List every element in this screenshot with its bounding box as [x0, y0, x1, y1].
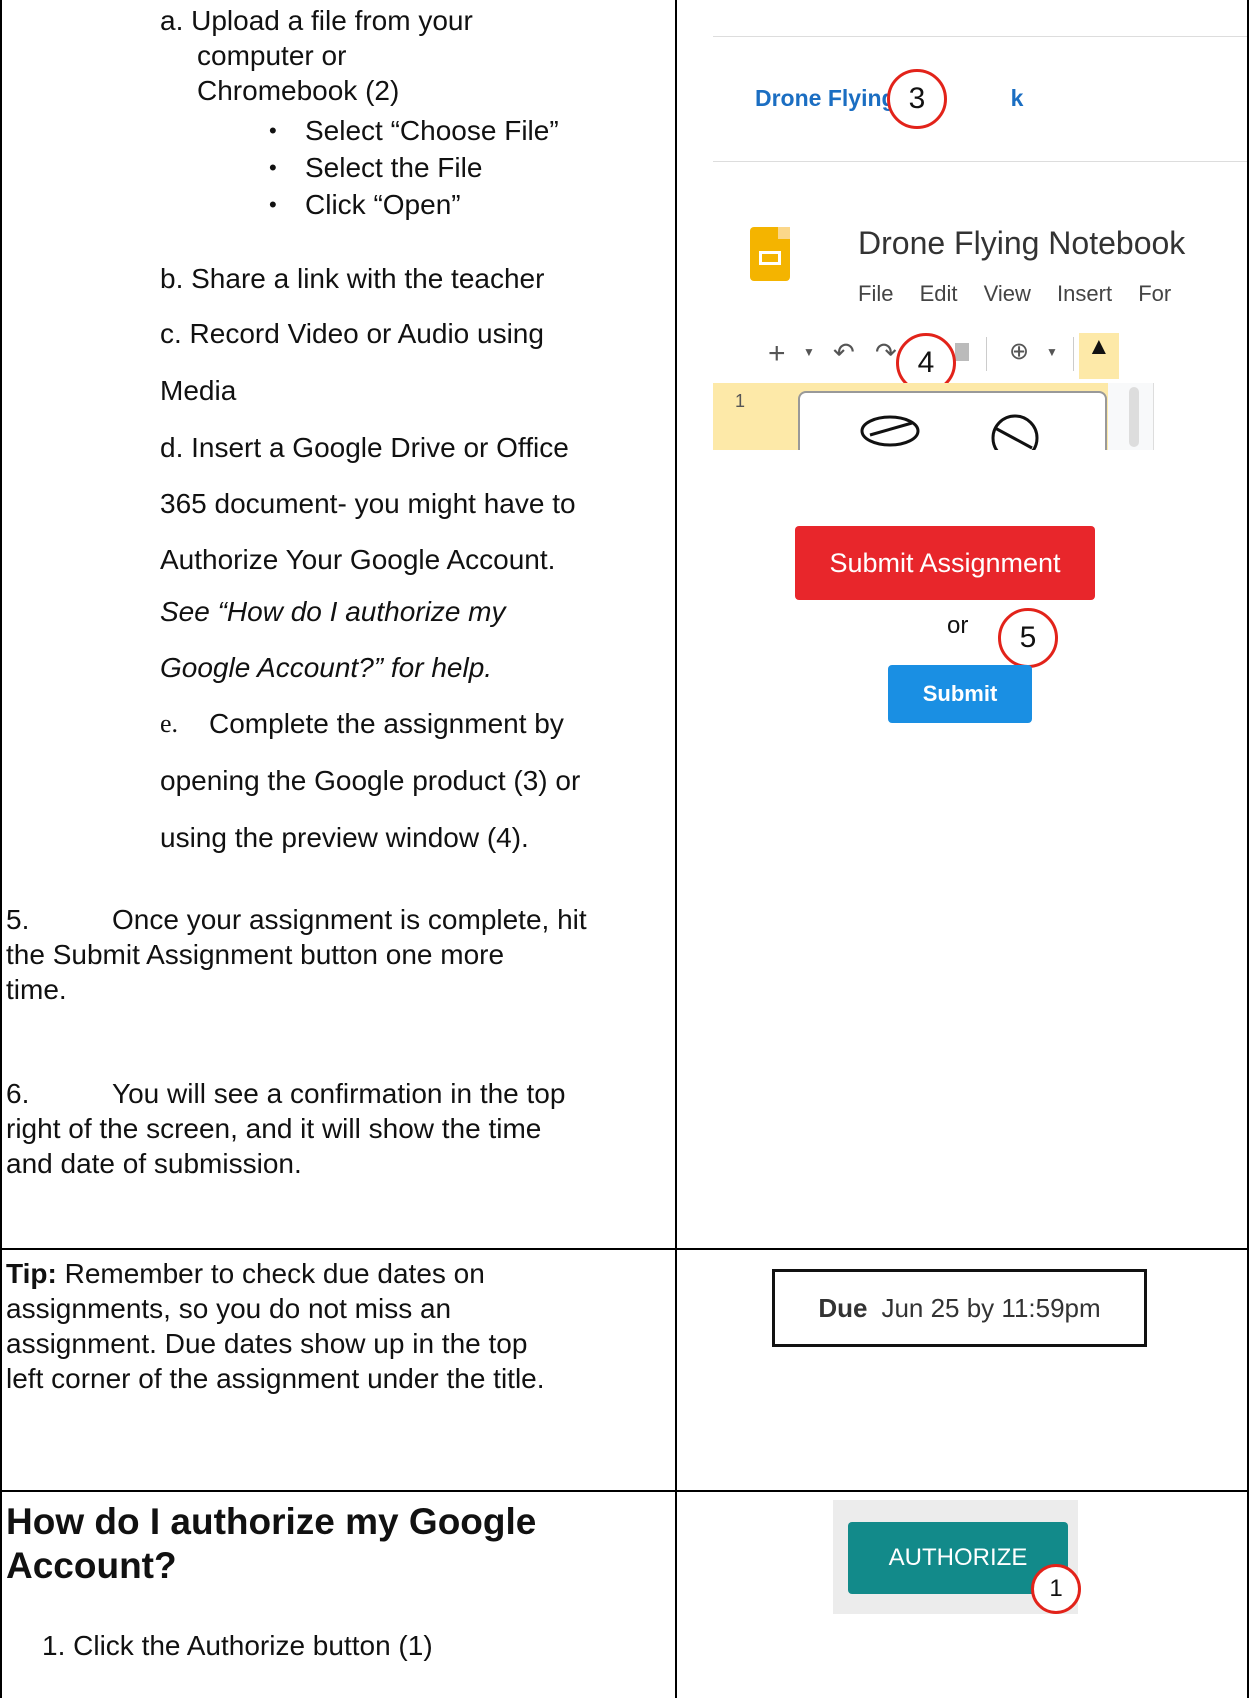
drone-sketch-icon	[860, 414, 1039, 450]
step-d-line2: 365 document- you might have to	[160, 488, 576, 519]
step-e-line3: using the preview window (4).	[160, 822, 529, 853]
toolbar-separator-2	[1073, 337, 1074, 371]
step-5-line1: Once your assignment is complete, hit	[112, 904, 587, 935]
table-column-divider	[675, 0, 677, 1698]
or-text: or	[947, 612, 969, 639]
toolbar: + ▼ ↶ ↷ ⊕ ▼ ▲ 4	[713, 333, 1247, 393]
filmstrip: 1	[713, 383, 1247, 450]
step-e-line2: opening the Google product (3) or	[160, 765, 581, 796]
bullet-select-file: Select the File	[269, 151, 483, 185]
step-5-number: 5.	[6, 904, 30, 935]
marker-5: 5	[998, 608, 1058, 668]
step-d-see-line2: Google Account?” for help.	[160, 652, 493, 683]
paint-format-icon[interactable]	[955, 343, 969, 361]
tip-line4: left corner of the assignment under the …	[6, 1363, 545, 1394]
submit-button[interactable]: Submit	[888, 665, 1032, 723]
step-6-line3: and date of submission.	[6, 1148, 302, 1179]
slides-icon	[750, 227, 790, 281]
select-cursor-icon[interactable]: ▲	[1079, 333, 1119, 379]
canvas-ruler	[1153, 383, 1247, 450]
tip-line3: assignment. Due dates show up in the top	[6, 1328, 528, 1359]
step-d-line1: d. Insert a Google Drive or Office	[160, 432, 569, 463]
table-row-divider-1	[0, 1248, 1249, 1250]
undo-icon[interactable]: ↶	[833, 337, 855, 368]
toolbar-separator	[986, 337, 987, 371]
step-a-line2: computer or	[197, 40, 347, 71]
bullet-choose-file: Select “Choose File”	[269, 114, 559, 148]
menu-bar: File Edit View Insert For	[858, 281, 1171, 307]
zoom-dropdown-icon[interactable]: ▼	[1046, 345, 1058, 359]
step-6-line2: right of the screen, and it will show th…	[6, 1113, 542, 1144]
document-page: a. Upload a file from your computer or C…	[0, 0, 1249, 1698]
slides-preview-screenshot: Drone Flying Notebook File Edit View Ins…	[713, 215, 1247, 450]
step-5-line2: the Submit Assignment button one more	[6, 939, 505, 970]
step-6-number: 6.	[6, 1078, 30, 1109]
zoom-icon[interactable]: ⊕	[1009, 337, 1029, 366]
tip-text: Remember to check due dates on	[56, 1258, 485, 1289]
scrollbar[interactable]	[1129, 387, 1139, 447]
bullet-click-open: Click “Open”	[269, 188, 461, 222]
tip-line1: Tip: Remember to check due dates on	[6, 1257, 485, 1291]
table-left-border	[0, 0, 2, 1698]
slide-thumbnail[interactable]	[798, 391, 1107, 450]
step-d-see-line1: See “How do I authorize my	[160, 596, 506, 627]
slide-number: 1	[735, 391, 746, 411]
marker-1: 1	[1031, 1564, 1081, 1614]
doc-title: Drone Flying Notebook	[858, 225, 1186, 261]
due-value: Jun 25 by 11:59pm	[881, 1292, 1101, 1323]
tip-line2: assignments, so you do not miss an	[6, 1293, 452, 1324]
menu-format[interactable]: For	[1138, 281, 1171, 306]
step-a-line1: a. Upload a file from your	[160, 5, 473, 36]
step-a-line3: Chromebook (2)	[197, 75, 400, 106]
authorize-heading-line1: How do I authorize my Google	[6, 1501, 537, 1542]
marker-3: 3	[887, 69, 947, 129]
authorize-heading-line2: Account?	[6, 1545, 177, 1586]
tip-label: Tip:	[6, 1258, 57, 1289]
redo-icon[interactable]: ↷	[875, 337, 897, 368]
step-d-line3: Authorize Your Google Account.	[160, 544, 556, 575]
add-icon[interactable]: +	[768, 337, 786, 371]
step-c-line1: c. Record Video or Audio using	[160, 318, 544, 349]
step-c-line2: Media	[160, 375, 237, 406]
due-label: Due	[818, 1292, 868, 1323]
submit-assignment-button[interactable]: Submit Assignment	[795, 526, 1095, 600]
step-e-line1: Complete the assignment by	[209, 708, 564, 739]
step-5-line3: time.	[6, 974, 67, 1005]
menu-view[interactable]: View	[984, 281, 1031, 306]
step-e-letter: e.	[160, 709, 179, 738]
authorize-screenshot: AUTHORIZE 1	[833, 1500, 1081, 1614]
step-6-line1: You will see a confirmation in the top	[112, 1078, 566, 1109]
drone-link-tail: k	[1010, 85, 1024, 111]
drone-link-screenshot: Drone Flying No k 3	[713, 36, 1247, 162]
dropdown-icon[interactable]: ▼	[803, 345, 815, 359]
menu-edit[interactable]: Edit	[920, 281, 958, 306]
due-date-box: Due Jun 25 by 11:59pm	[772, 1269, 1147, 1347]
authorize-step-1: 1. Click the Authorize button (1)	[42, 1630, 433, 1661]
step-b: b. Share a link with the teacher	[160, 263, 545, 294]
table-row-divider-2	[0, 1490, 1249, 1492]
menu-insert[interactable]: Insert	[1057, 281, 1112, 306]
menu-file[interactable]: File	[858, 281, 893, 306]
